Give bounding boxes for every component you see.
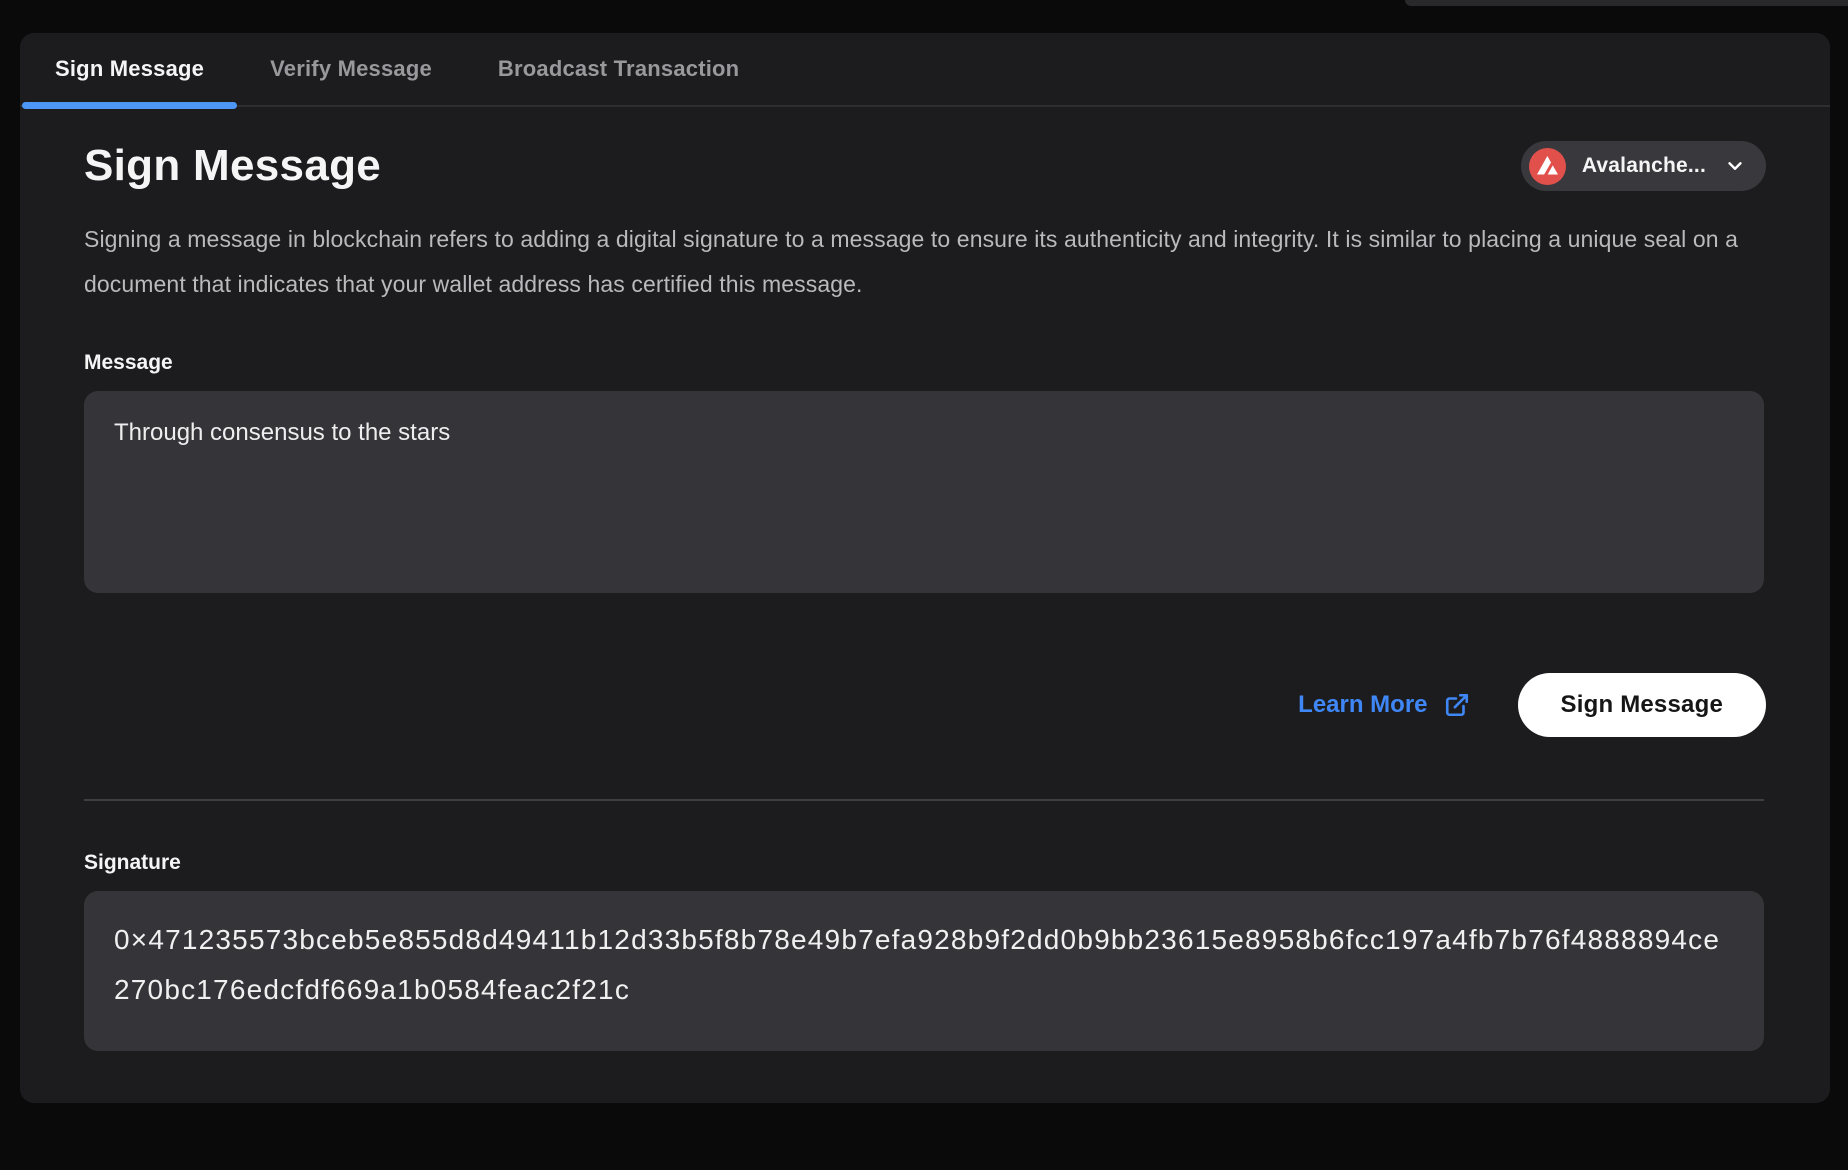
signature-label: Signature [84, 851, 1766, 875]
description-text: Signing a message in blockchain refers t… [84, 217, 1752, 307]
sign-message-card: Sign Message Verify Message Broadcast Tr… [20, 33, 1830, 1103]
message-label: Message [84, 351, 1766, 375]
avalanche-logo-icon [1529, 148, 1566, 185]
tab-verify-message[interactable]: Verify Message [237, 33, 465, 105]
network-name: Avalanche... [1582, 154, 1706, 178]
network-selector-button[interactable]: Avalanche... [1521, 141, 1766, 191]
tab-sign-message[interactable]: Sign Message [22, 33, 237, 105]
chevron-down-icon [1724, 155, 1746, 177]
section-divider [84, 799, 1764, 801]
actions-row: Learn More Sign Message [84, 673, 1766, 737]
signature-output: 0×471235573bceb5e855d8d49411b12d33b5f8b7… [84, 891, 1764, 1051]
external-link-icon [1444, 692, 1470, 718]
tab-bar: Sign Message Verify Message Broadcast Tr… [20, 33, 1830, 107]
top-edge-panel [1405, 0, 1848, 6]
sign-message-button[interactable]: Sign Message [1518, 673, 1766, 737]
tab-broadcast-transaction[interactable]: Broadcast Transaction [465, 33, 772, 105]
learn-more-link[interactable]: Learn More [1298, 691, 1469, 719]
message-input[interactable]: Through consensus to the stars [84, 391, 1764, 593]
header-row: Sign Message Avalanche... [84, 141, 1766, 191]
learn-more-label: Learn More [1298, 691, 1427, 719]
page-title: Sign Message [84, 141, 381, 191]
